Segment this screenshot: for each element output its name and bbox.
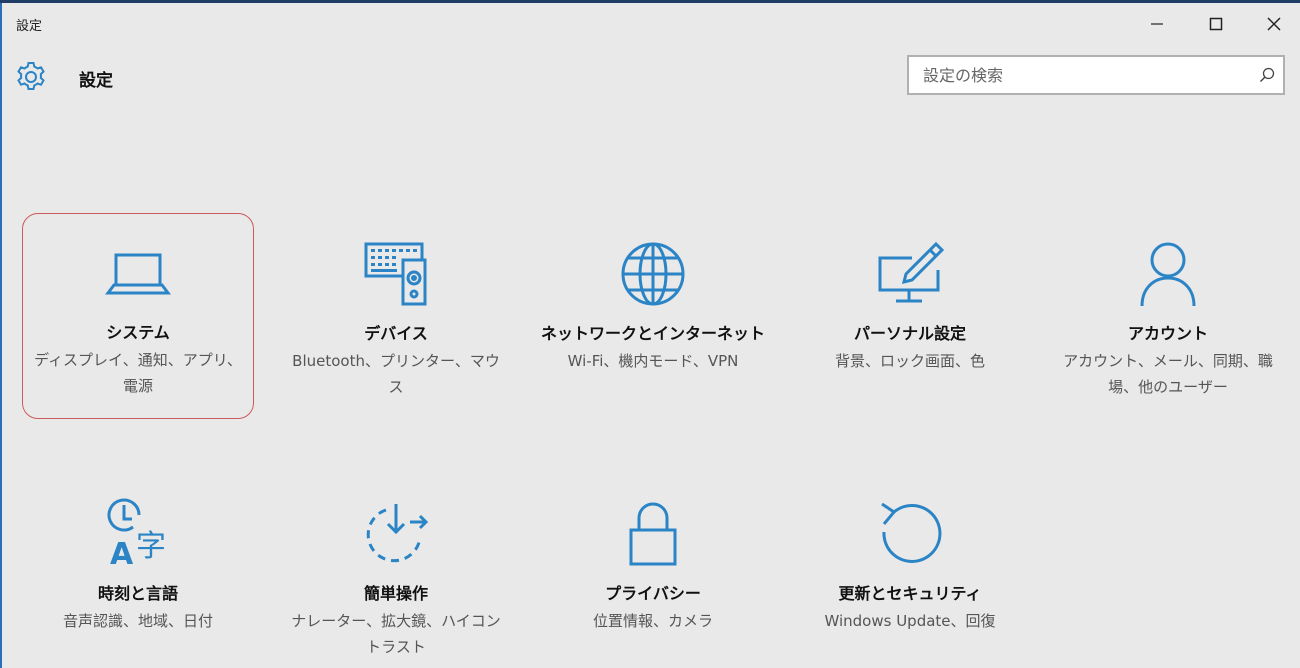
tile-title: 簡単操作 [363,584,428,603]
gear-icon [17,62,45,90]
search-input[interactable] [909,57,1249,93]
close-icon [1267,17,1281,31]
tile-description: Windows Update、回復 [824,612,996,630]
tile-system[interactable]: システム ディスプレイ、通知、アプリ、電源 [22,213,254,419]
tile-title: 更新とセキュリティ [838,584,982,603]
tile-description: Wi-Fi、機内モード、VPN [567,352,739,370]
tile-title: システム [106,323,170,342]
maximize-button[interactable] [1193,9,1239,39]
lock-icon [629,502,677,566]
tile-title: アカウント [1127,324,1208,343]
close-button[interactable] [1251,9,1297,39]
tile-description: Bluetooth、プリンター、マウス [292,352,500,396]
window-title: 設定 [16,19,43,34]
tile-description: 音声認識、地域、日付 [62,612,213,630]
svg-text:A: A [110,537,134,570]
devices-icon [364,242,427,306]
tile-title: デバイス [364,324,428,343]
tile-title: プライバシー [605,584,701,603]
tile-update-security[interactable]: 更新とセキュリティ Windows Update、回復 [794,498,1026,634]
tile-ease-of-access[interactable]: 簡単操作 ナレーター、拡大鏡、ハイコントラスト [280,498,512,660]
time-language-icon: A 字 [107,498,166,570]
svg-text:字: 字 [136,529,166,564]
tile-description: 位置情報、カメラ [592,612,713,630]
page-title: 設定 [79,71,113,91]
tile-description: ディスプレイ、通知、アプリ、電源 [34,351,242,395]
tile-title: 時刻と言語 [97,584,178,603]
minimize-icon [1151,23,1163,25]
tile-accounts[interactable]: アカウント アカウント、メール、同期、職場、他のユーザー [1052,238,1284,400]
tile-devices[interactable]: デバイス Bluetooth、プリンター、マウス [280,238,512,400]
title-bar[interactable]: 設定 [0,3,1300,43]
tile-description: アカウント、メール、同期、職場、他のユーザー [1063,352,1273,396]
tile-title: ネットワークとインターネット [540,324,765,343]
tile-time-language[interactable]: A 字 時刻と言語 音声認識、地域、日付 [22,498,254,634]
window-left-border [0,3,2,668]
search-icon[interactable] [1259,67,1275,83]
tile-personalization[interactable]: パーソナル設定 背景、ロック画面、色 [794,238,1026,374]
tile-privacy[interactable]: プライバシー 位置情報、カメラ [537,498,769,634]
ease-of-access-icon [366,504,429,563]
tile-title: パーソナル設定 [853,324,966,343]
update-icon [881,502,942,563]
settings-header: 設定 [0,52,1300,102]
personalization-icon [878,241,945,303]
tile-network[interactable]: ネットワークとインターネット Wi-Fi、機内モード、VPN [537,238,769,374]
tile-description: ナレーター、拡大鏡、ハイコントラスト [291,612,501,656]
maximize-icon [1209,17,1223,31]
minimize-button[interactable] [1134,9,1180,39]
globe-icon [621,242,685,306]
search-box[interactable] [907,55,1285,95]
person-icon [1140,242,1196,307]
tile-description: 背景、ロック画面、色 [834,352,985,370]
laptop-icon [105,253,171,295]
